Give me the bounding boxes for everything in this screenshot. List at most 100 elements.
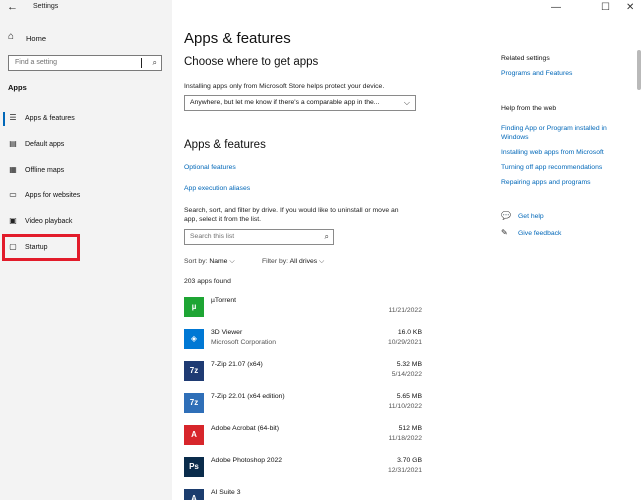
scrollbar-thumb[interactable] <box>637 50 641 90</box>
app-list-item[interactable]: ◈ 3D Viewer Microsoft Corporation 16.0 KB 10… <box>184 327 422 357</box>
give-feedback-link[interactable]: Give feedback <box>518 229 561 238</box>
app-date: 10/29/2021 <box>387 339 422 346</box>
sort-by-control[interactable]: Sort by: Name ⌵ <box>184 258 235 266</box>
choose-apps-description: Installing apps only from Microsoft Stor… <box>184 83 385 90</box>
default-apps-icon: ▤ <box>9 139 17 148</box>
help-link-web-apps[interactable]: Installing web apps from Microsoft <box>501 148 604 157</box>
app-icon: A <box>184 425 204 445</box>
app-list-item[interactable]: µ µTorrent 11/21/2022 <box>184 295 422 325</box>
app-date: 12/31/2021 <box>387 467 422 474</box>
dropdown-value: Anywhere, but let me know if there's a c… <box>190 99 380 106</box>
app-size: 5.32 MB <box>396 361 422 368</box>
filter-value: All drives <box>289 258 318 265</box>
help-link-repairing-apps[interactable]: Repairing apps and programs <box>501 178 591 187</box>
search-description-line1: Search, sort, and filter by drive. If yo… <box>184 207 399 214</box>
app-publisher: Microsoft Corporation <box>211 339 276 346</box>
app-date: 11/18/2022 <box>388 435 422 442</box>
help-link-app-recommendations[interactable]: Turning off app recommendations <box>501 163 602 172</box>
app-size: 16.0 KB <box>397 329 422 336</box>
help-link-finding-app-cont[interactable]: Windows <box>501 133 529 142</box>
sort-value: Name <box>209 258 228 265</box>
search-icon[interactable]: ⌕ <box>153 58 157 68</box>
app-list-item[interactable]: 7z 7-Zip 21.07 (x64) 5.32 MB 5/14/2022 <box>184 359 422 389</box>
search-list-input[interactable]: Search this list ⌕ <box>184 229 334 245</box>
map-icon: ▦ <box>9 165 17 174</box>
main-content: — ☐ ✕ Apps & features Choose where to ge… <box>172 0 643 500</box>
help-link-finding-app[interactable]: Finding App or Program installed in <box>501 124 607 133</box>
list-search-placeholder: Search this list <box>190 233 235 240</box>
search-description-line2: app, select it from the list. <box>184 216 262 223</box>
optional-features-link[interactable]: Optional features <box>184 163 236 172</box>
sidebar-item-label: Apps for websites <box>25 192 81 199</box>
app-size: 5.65 MB <box>396 393 422 400</box>
apps-found-count: 203 apps found <box>184 278 231 285</box>
search-placeholder: Find a setting <box>15 59 58 66</box>
get-help-icon: 💬 <box>501 211 511 220</box>
filter-label: Filter by: <box>262 258 289 265</box>
title-bar: ← Settings <box>0 0 172 16</box>
help-from-web-title: Help from the web <box>501 105 557 112</box>
apps-features-heading: Apps & features <box>184 139 266 151</box>
text-caret <box>141 58 142 68</box>
choose-apps-heading: Choose where to get apps <box>184 56 319 68</box>
sidebar-item-label: Default apps <box>25 141 65 148</box>
sidebar-item-apps-features[interactable]: ☰ Apps & features <box>0 109 172 129</box>
app-list-item[interactable]: A AI Suite 3 <box>184 487 422 500</box>
app-name: Adobe Photoshop 2022 <box>211 457 283 464</box>
app-icon: 7z <box>184 361 204 381</box>
related-settings-title: Related settings <box>501 55 550 62</box>
window-title: Settings <box>33 3 59 10</box>
app-list-item[interactable]: 7z 7-Zip 22.01 (x64 edition) 5.65 MB 11/10/… <box>184 391 422 421</box>
sidebar-item-apps-for-websites[interactable]: ▭ Apps for websites <box>0 186 172 206</box>
startup-highlight-box <box>2 234 80 261</box>
app-source-dropdown[interactable]: Anywhere, but let me know if there's a c… <box>184 95 416 111</box>
home-icon: ⌂ <box>8 31 15 42</box>
back-arrow-icon[interactable]: ← <box>7 1 18 13</box>
chevron-down-icon: ⌵ <box>403 98 410 107</box>
page-title: Apps & features <box>184 30 291 47</box>
app-name: 7-Zip 21.07 (x64) <box>211 361 263 368</box>
app-name: µTorrent <box>211 297 237 304</box>
sidebar-item-offline-maps[interactable]: ▦ Offline maps <box>0 161 172 181</box>
minimize-icon[interactable]: — <box>551 2 561 13</box>
sidebar-item-label: Apps & features <box>25 115 75 122</box>
find-setting-search[interactable]: Find a setting ⌕ <box>8 55 162 71</box>
website-icon: ▭ <box>9 190 17 199</box>
app-icon: µ <box>184 297 204 317</box>
app-icon: A <box>184 489 204 500</box>
active-indicator <box>3 112 5 126</box>
app-list-item[interactable]: Ps Adobe Photoshop 2022 3.70 GB 12/31/2021 <box>184 455 422 485</box>
section-label-apps: Apps <box>8 83 27 92</box>
filter-by-control[interactable]: Filter by: All drives ⌵ <box>262 258 324 266</box>
app-icon: 7z <box>184 393 204 413</box>
apps-features-icon: ☰ <box>9 113 17 122</box>
app-name: 7-Zip 22.01 (x64 edition) <box>211 393 285 400</box>
sidebar-item-label: Offline maps <box>25 167 65 174</box>
home-nav[interactable]: ⌂ Home <box>8 31 158 45</box>
app-icon: ◈ <box>184 329 204 349</box>
app-icon: Ps <box>184 457 204 477</box>
chevron-down-icon: ⌵ <box>229 258 235 265</box>
get-help-link[interactable]: Get help <box>518 212 544 221</box>
video-icon: ▣ <box>9 216 17 225</box>
search-icon: ⌕ <box>324 232 329 241</box>
app-execution-aliases-link[interactable]: App execution aliases <box>184 184 250 193</box>
app-date: 11/10/2022 <box>388 403 422 410</box>
app-size: 3.70 GB <box>397 457 422 464</box>
programs-features-link[interactable]: Programs and Features <box>501 69 572 78</box>
app-date: 11/21/2022 <box>388 307 422 314</box>
close-icon[interactable]: ✕ <box>626 2 634 13</box>
sidebar-item-label: Video playback <box>25 218 73 225</box>
app-list-item[interactable]: A Adobe Acrobat (64-bit) 512 MB 11/18/2022 <box>184 423 422 453</box>
sidebar-item-video-playback[interactable]: ▣ Video playback <box>0 212 172 232</box>
app-date: 5/14/2022 <box>391 371 422 378</box>
app-size: 512 MB <box>398 425 422 432</box>
sort-label: Sort by: <box>184 258 208 265</box>
sidebar-item-default-apps[interactable]: ▤ Default apps <box>0 135 172 155</box>
sidebar: ← Settings ⌂ Home Find a setting ⌕ Apps … <box>0 0 172 500</box>
maximize-icon[interactable]: ☐ <box>601 2 610 13</box>
feedback-icon: ✎ <box>501 228 508 237</box>
app-name: AI Suite 3 <box>211 489 241 496</box>
home-label: Home <box>26 34 47 43</box>
chevron-down-icon: ⌵ <box>319 258 325 265</box>
